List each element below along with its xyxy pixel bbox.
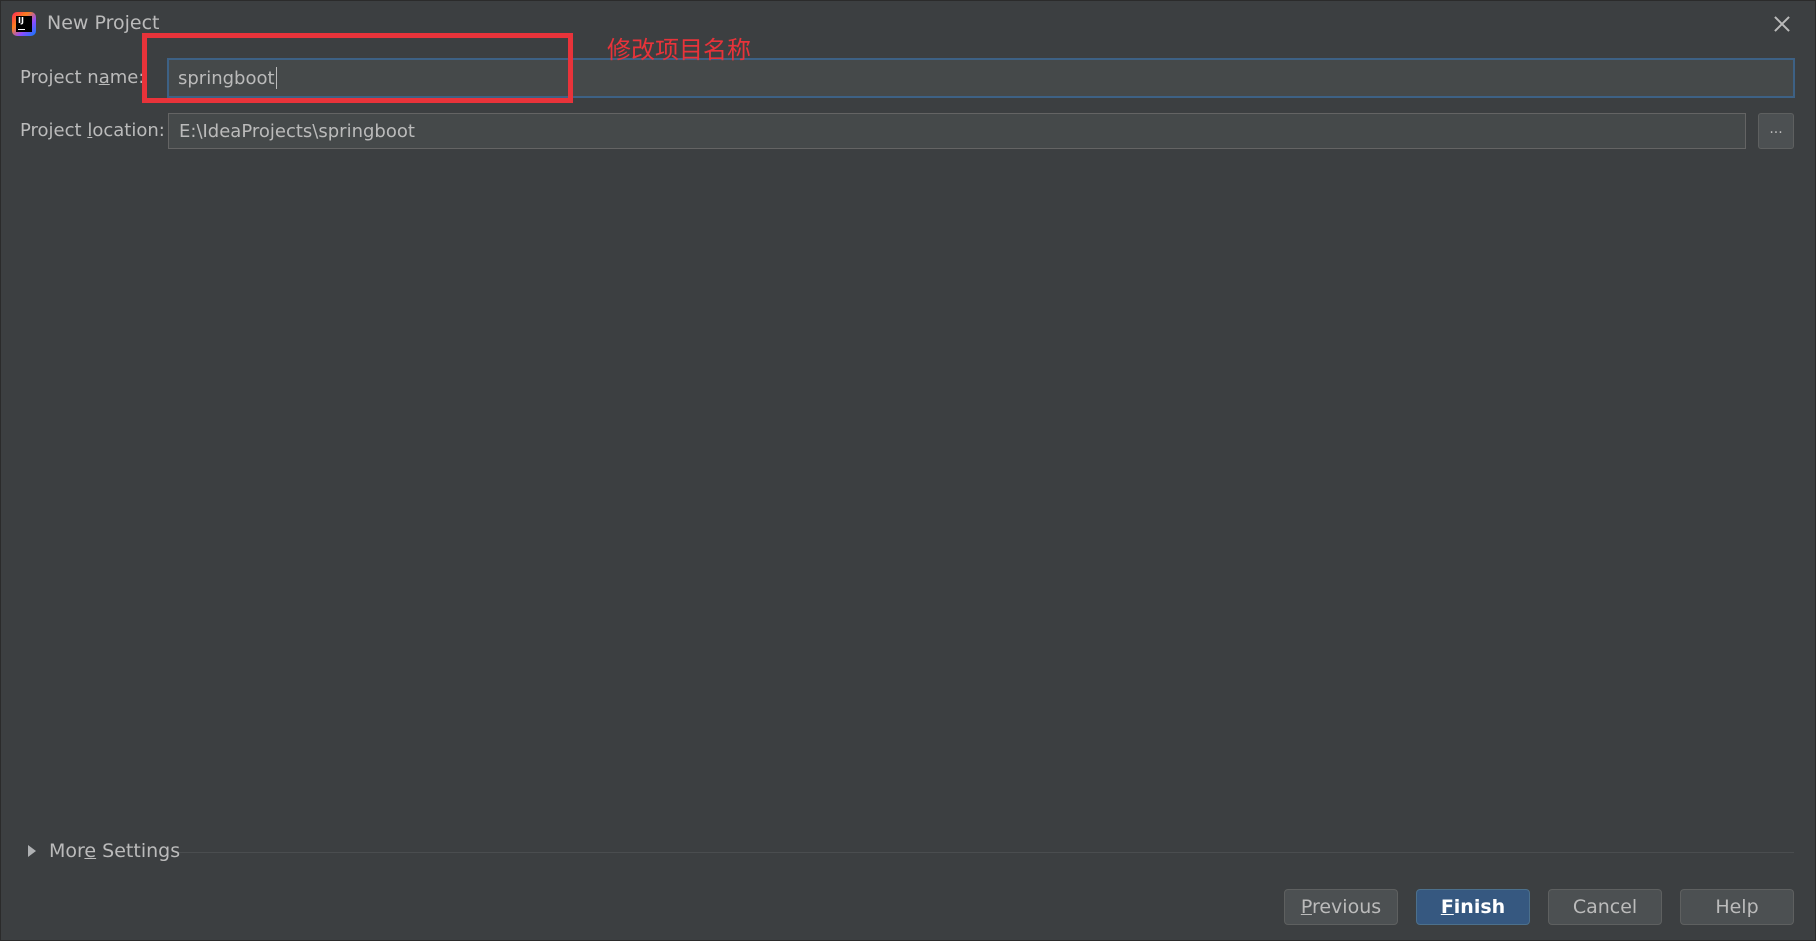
cancel-button[interactable]: Cancel xyxy=(1548,889,1662,925)
more-settings-label: More Settings xyxy=(49,840,181,862)
new-project-dialog: IJ New Project Project name: springboot … xyxy=(0,0,1816,941)
finish-button[interactable]: Finish xyxy=(1416,889,1530,925)
separator xyxy=(179,852,1794,853)
browse-button[interactable]: ... xyxy=(1758,113,1794,149)
close-icon[interactable] xyxy=(1767,9,1797,39)
help-button[interactable]: Help xyxy=(1680,889,1794,925)
expand-triangle-icon xyxy=(28,845,36,857)
project-location-input[interactable]: E:\IdeaProjects\springboot xyxy=(168,113,1746,149)
annotation-highlight-box xyxy=(142,33,573,103)
annotation-text: 修改项目名称 xyxy=(607,36,751,64)
project-location-label: Project location: xyxy=(20,120,165,141)
dialog-title: New Project xyxy=(47,12,160,34)
project-location-value: E:\IdeaProjects\springboot xyxy=(179,120,415,142)
previous-button[interactable]: Previous xyxy=(1284,889,1398,925)
intellij-idea-icon: IJ xyxy=(12,12,36,36)
more-settings-toggle[interactable]: More Settings xyxy=(25,839,180,863)
project-name-label: Project name: xyxy=(20,67,145,88)
